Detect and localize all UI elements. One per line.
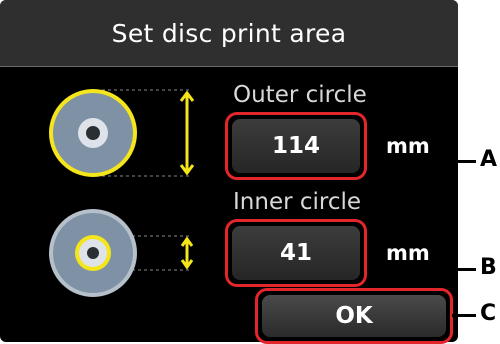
callout-a: A	[480, 147, 498, 172]
callout-c-line	[452, 314, 476, 317]
ok-button-label: OK	[262, 295, 446, 337]
callout-b-line	[432, 268, 476, 271]
inner-circle-field[interactable]: 41	[225, 219, 367, 287]
disc-inner-circle-icon	[49, 209, 194, 297]
outer-circle-label: Outer circle	[233, 82, 367, 108]
outer-circle-unit: mm	[386, 134, 430, 158]
outer-circle-value: 114	[232, 119, 360, 173]
title-bar: Set disc print area	[0, 0, 458, 67]
callout-a-line	[432, 160, 476, 163]
inner-circle-value: 41	[232, 226, 360, 280]
outer-circle-field[interactable]: 114	[225, 112, 367, 180]
disc-outer-circle-icon	[49, 89, 195, 177]
page-title: Set disc print area	[111, 18, 347, 48]
ok-button[interactable]: OK	[255, 288, 453, 344]
inner-circle-unit: mm	[386, 241, 430, 265]
inner-circle-label: Inner circle	[233, 189, 362, 215]
callout-c: C	[480, 301, 497, 326]
callout-b: B	[480, 255, 497, 280]
